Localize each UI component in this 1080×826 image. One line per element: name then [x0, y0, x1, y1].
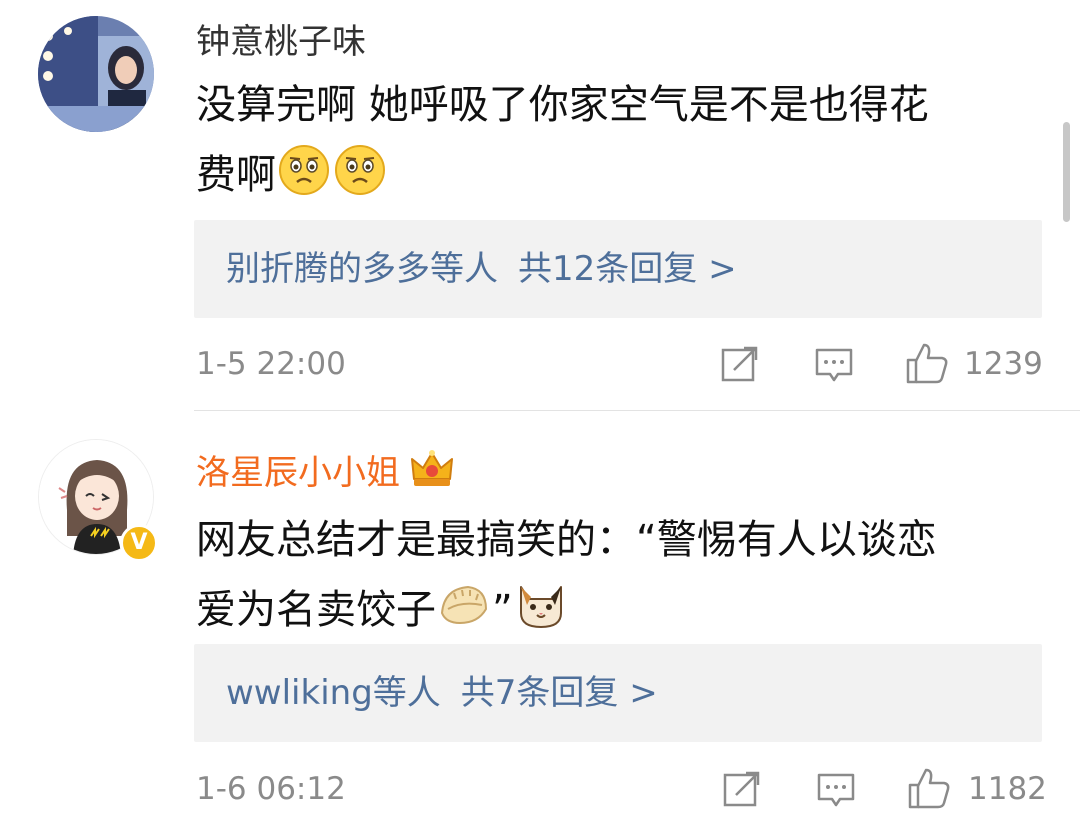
comment-item: 钟意桃子味 没算完啊 她呼吸了你家空气是不是也得花 费啊 别折腾的多多等人 共1…: [0, 0, 1080, 410]
like-count: 1182: [968, 771, 1047, 807]
sad-face-emoji: [278, 144, 330, 196]
comment-item: V 洛星辰小小姐 网友总结才是最搞笑的：“警惕有人以谈恋 爱为名卖饺子 ” ww…: [0, 411, 1080, 826]
timestamp: 1-6 06:12: [196, 771, 346, 807]
comment-text-fragment: ”: [492, 587, 513, 633]
comment-text: 没算完啊 她呼吸了你家空气是不是也得花 费啊: [196, 70, 1036, 210]
like-icon[interactable]: [904, 340, 950, 386]
reply-summary[interactable]: wwliking等人 共7条回复 >: [226, 670, 678, 716]
dumpling-emoji: [438, 579, 490, 631]
username[interactable]: 洛星辰小小姐: [196, 449, 454, 495]
comment-text-line: 爱为名卖饺子 ”: [196, 575, 1036, 645]
reply-summary-box[interactable]: wwliking等人 共7条回复 >: [194, 644, 1042, 742]
crown-icon: [411, 450, 453, 486]
username-text[interactable]: 洛星辰小小姐: [196, 453, 400, 493]
share-icon[interactable]: [722, 769, 762, 809]
cat-emoji: [515, 579, 567, 631]
username[interactable]: 钟意桃子味: [196, 20, 366, 64]
avatar[interactable]: [38, 16, 154, 132]
timestamp: 1-5 22:00: [196, 346, 346, 382]
like-icon[interactable]: [906, 765, 952, 811]
reply-count-link[interactable]: 共12条回复 >: [518, 249, 737, 289]
comment-icon[interactable]: [816, 771, 856, 811]
comment-text-line: 费啊: [196, 140, 1036, 210]
comment-text: 网友总结才是最搞笑的：“警惕有人以谈恋 爱为名卖饺子 ”: [196, 505, 1036, 645]
verified-badge: V: [120, 524, 158, 562]
like-count: 1239: [964, 346, 1043, 382]
reply-count-link[interactable]: 共7条回复 >: [461, 673, 658, 713]
sad-face-emoji: [334, 144, 386, 196]
comment-text-fragment: 爱为名卖饺子: [196, 587, 436, 633]
comment-text-line: 没算完啊 她呼吸了你家空气是不是也得花: [196, 82, 929, 128]
reply-summary[interactable]: 别折腾的多多等人 共12条回复 >: [226, 246, 757, 292]
comment-icon[interactable]: [814, 346, 854, 386]
comment-text-fragment: 费啊: [196, 152, 276, 198]
comment-text-line: 网友总结才是最搞笑的：“警惕有人以谈恋: [196, 517, 937, 563]
reply-names[interactable]: wwliking等人: [226, 673, 441, 713]
share-icon[interactable]: [720, 344, 760, 384]
reply-summary-box[interactable]: 别折腾的多多等人 共12条回复 >: [194, 220, 1042, 318]
reply-names[interactable]: 别折腾的多多等人: [226, 249, 498, 289]
